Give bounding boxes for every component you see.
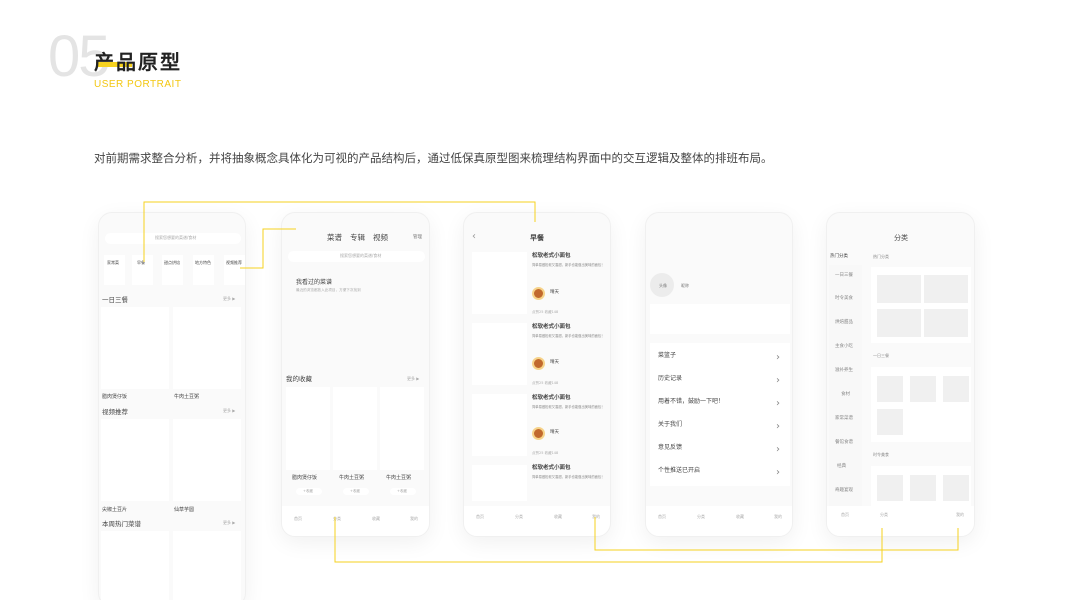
flow-line-breakfast-to-categories (594, 517, 959, 551)
flow-line-collection-to-categories (334, 517, 883, 563)
flow-connectors (143, 201, 959, 563)
flow-line-home-to-breakfast (143, 201, 536, 262)
flow-line-home-to-collection (240, 228, 296, 269)
